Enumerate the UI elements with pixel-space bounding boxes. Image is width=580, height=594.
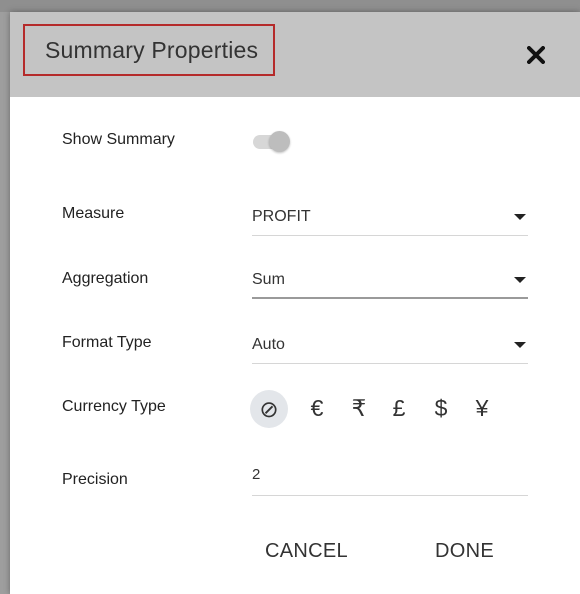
close-icon[interactable] <box>527 46 545 64</box>
currency-type-label: Currency Type <box>62 398 166 415</box>
format-type-value: Auto <box>252 336 285 353</box>
dialog-title: Summary Properties <box>23 24 275 76</box>
measure-select[interactable]: PROFIT <box>252 202 528 236</box>
format-type-label: Format Type <box>62 334 152 351</box>
precision-input[interactable]: 2 <box>252 460 528 496</box>
precision-label: Precision <box>62 471 128 488</box>
format-type-select[interactable]: Auto <box>252 330 528 364</box>
dialog-header: Summary Properties <box>10 12 580 97</box>
cancel-button[interactable]: CANCEL <box>265 540 348 563</box>
show-summary-label: Show Summary <box>62 131 175 148</box>
chevron-down-icon <box>514 342 526 348</box>
aggregation-value: Sum <box>252 271 285 288</box>
currency-dollar-icon[interactable]: $ <box>429 388 453 428</box>
toggle-knob <box>269 131 290 152</box>
summary-properties-dialog: Summary Properties Show Summary Measure … <box>10 12 580 594</box>
show-summary-toggle[interactable] <box>251 130 291 152</box>
measure-value: PROFIT <box>252 208 311 225</box>
currency-pound-icon[interactable]: £ <box>387 388 411 428</box>
chevron-down-icon <box>514 214 526 220</box>
currency-none-icon[interactable]: ⊘ <box>250 390 288 428</box>
precision-value: 2 <box>252 466 261 483</box>
currency-yen-icon[interactable]: ¥ <box>470 388 494 428</box>
backdrop-strip <box>0 0 580 12</box>
aggregation-select[interactable]: Sum <box>252 265 528 299</box>
currency-rupee-icon[interactable]: ₹ <box>347 388 371 428</box>
done-button[interactable]: DONE <box>435 540 494 563</box>
aggregation-label: Aggregation <box>62 270 149 287</box>
currency-euro-icon[interactable]: € <box>305 388 329 428</box>
measure-label: Measure <box>62 205 125 222</box>
chevron-down-icon <box>514 277 526 283</box>
